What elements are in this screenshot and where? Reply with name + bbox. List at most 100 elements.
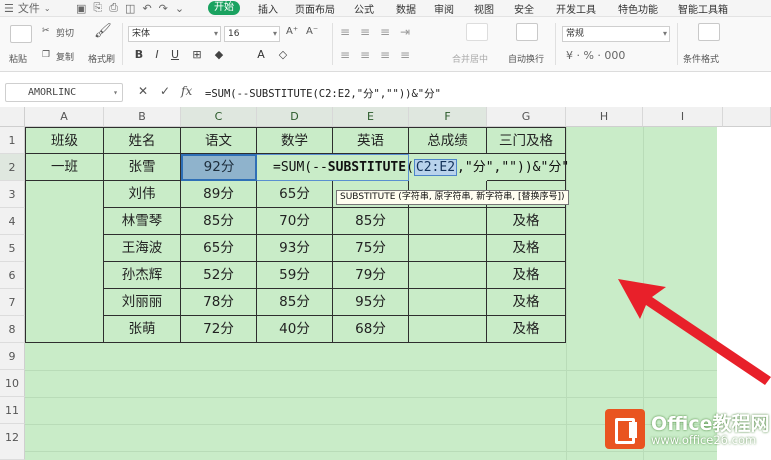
cell-b3[interactable]: 刘伟 (104, 181, 181, 208)
scissors-icon[interactable]: ✂ (42, 26, 50, 36)
cell-e6[interactable]: 79分 (333, 262, 409, 289)
app-menu[interactable]: ☰ 文件 ⌄ (4, 0, 51, 16)
header-pass[interactable]: 三门及格 (487, 127, 566, 154)
row-header-3[interactable]: 3 (0, 181, 25, 208)
column-header-i[interactable]: I (643, 107, 723, 127)
column-header-d[interactable]: D (257, 107, 333, 127)
tab-developer[interactable]: 开发工具 (556, 1, 596, 16)
font-color-button[interactable]: A (254, 48, 268, 61)
number-format-select[interactable]: 常规 ▾ (562, 26, 670, 42)
cell-g5[interactable]: 及格 (487, 235, 566, 262)
column-header-a[interactable]: A (25, 107, 104, 127)
align-bottom-icon[interactable]: ≡ (380, 25, 390, 39)
select-all-corner[interactable] (0, 107, 25, 127)
menu-file[interactable]: 文件 (18, 0, 40, 16)
currency-icon[interactable]: ¥ · % · 000 (566, 49, 625, 62)
cell-g6[interactable]: 及格 (487, 262, 566, 289)
row-header-6[interactable]: 6 (0, 262, 25, 289)
tab-home[interactable]: 开始 (208, 1, 240, 15)
fill-color-icon[interactable]: ◆ (212, 48, 226, 61)
cell-b7[interactable]: 刘丽丽 (104, 289, 181, 316)
bold-button[interactable]: B (132, 48, 146, 61)
cell-c4[interactable]: 85分 (181, 208, 257, 235)
tab-view[interactable]: 视图 (474, 1, 494, 16)
cell-d5[interactable]: 93分 (257, 235, 333, 262)
cell-f7[interactable] (409, 289, 487, 316)
cell-d3[interactable]: 65分 (257, 181, 333, 208)
conditional-format-button[interactable]: 条件格式 (683, 52, 719, 65)
confirm-icon[interactable]: ✓ (160, 84, 170, 98)
indent-icon[interactable]: ⇥ (400, 25, 410, 39)
align-center-icon[interactable]: ≡ (360, 48, 370, 62)
cell-c2[interactable]: 92分 (181, 154, 257, 181)
grow-font-icon[interactable]: A⁺ (286, 26, 298, 37)
cell-f6[interactable] (409, 262, 487, 289)
undo-icon[interactable]: ↶ (142, 2, 151, 15)
tab-review[interactable]: 审阅 (434, 1, 454, 16)
header-math[interactable]: 数学 (257, 127, 333, 154)
export-icon[interactable]: ⎘ (93, 1, 102, 15)
cell-c6[interactable]: 52分 (181, 262, 257, 289)
row-header-9[interactable]: 9 (0, 343, 25, 370)
row-header-11[interactable]: 11 (0, 397, 25, 424)
tab-data[interactable]: 数据 (396, 1, 416, 16)
header-class[interactable]: 班级 (25, 127, 104, 154)
font-name-select[interactable]: 宋体 ▾ (128, 26, 221, 42)
tab-security[interactable]: 安全 (514, 1, 534, 16)
cancel-icon[interactable]: ✕ (138, 84, 148, 98)
font-size-select[interactable]: 16 ▾ (224, 26, 280, 42)
italic-button[interactable]: I (150, 48, 164, 61)
column-header-j[interactable] (723, 107, 771, 127)
column-header-h[interactable]: H (566, 107, 643, 127)
hamburger-icon[interactable]: ☰ (4, 2, 14, 15)
cell-c7[interactable]: 78分 (181, 289, 257, 316)
cell-b6[interactable]: 孙杰辉 (104, 262, 181, 289)
fx-icon[interactable]: fx (181, 84, 192, 98)
more-icon[interactable]: ⌄ (175, 2, 184, 15)
formula-input[interactable]: =SUM(--SUBSTITUTE(C2:E2,"分",""))&"分" (205, 86, 441, 101)
merge-icon[interactable] (466, 23, 488, 41)
merge-center-button[interactable]: 合并居中 (452, 52, 488, 65)
row-header-5[interactable]: 5 (0, 235, 25, 262)
cell-d7[interactable]: 85分 (257, 289, 333, 316)
cell-d4[interactable]: 70分 (257, 208, 333, 235)
shrink-font-icon[interactable]: A⁻ (306, 26, 318, 37)
tab-special[interactable]: 特色功能 (618, 1, 658, 16)
wrap-text-button[interactable]: 自动换行 (508, 52, 544, 65)
cell-c8[interactable]: 72分 (181, 316, 257, 343)
cell-g7[interactable]: 及格 (487, 289, 566, 316)
header-name[interactable]: 姓名 (104, 127, 181, 154)
copy-icon[interactable]: ❐ (42, 50, 50, 60)
cell-e7[interactable]: 95分 (333, 289, 409, 316)
paste-button[interactable]: 粘贴 (9, 52, 27, 65)
row-header-10[interactable]: 10 (0, 370, 25, 397)
cell-b5[interactable]: 王海波 (104, 235, 181, 262)
align-left-icon[interactable]: ≡ (340, 48, 350, 62)
cell-g8[interactable]: 及格 (487, 316, 566, 343)
format-painter-button[interactable]: 格式刷 (88, 52, 115, 65)
column-header-c[interactable]: C (181, 107, 257, 127)
underline-button[interactable]: U (168, 48, 182, 61)
cell-f8[interactable] (409, 316, 487, 343)
copy-button[interactable]: 复制 (56, 50, 74, 63)
cell-f4[interactable] (409, 208, 487, 235)
row-header-12[interactable]: 12 (0, 424, 25, 460)
tab-smart-tools[interactable]: 智能工具箱 (678, 1, 728, 16)
align-right-icon[interactable]: ≡ (380, 48, 390, 62)
column-header-b[interactable]: B (104, 107, 181, 127)
tab-formulas[interactable]: 公式 (354, 1, 374, 16)
cell-c5[interactable]: 65分 (181, 235, 257, 262)
wrap-icon[interactable] (516, 23, 538, 41)
cell-g4[interactable]: 及格 (487, 208, 566, 235)
row-header-8[interactable]: 8 (0, 316, 25, 343)
print-icon[interactable]: ⎙ (109, 1, 118, 15)
save-icon[interactable]: ▣ (76, 2, 86, 15)
header-total[interactable]: 总成绩 (409, 127, 487, 154)
column-header-f[interactable]: F (409, 107, 487, 127)
paste-icon[interactable] (10, 25, 32, 43)
cell-class-merged[interactable]: 一班 (25, 154, 104, 181)
cut-button[interactable]: 剪切 (56, 26, 74, 39)
name-box[interactable]: AMORLINC ▾ (5, 83, 123, 102)
justify-icon[interactable]: ≡ (400, 48, 410, 62)
clear-icon[interactable]: ◇ (276, 48, 290, 61)
